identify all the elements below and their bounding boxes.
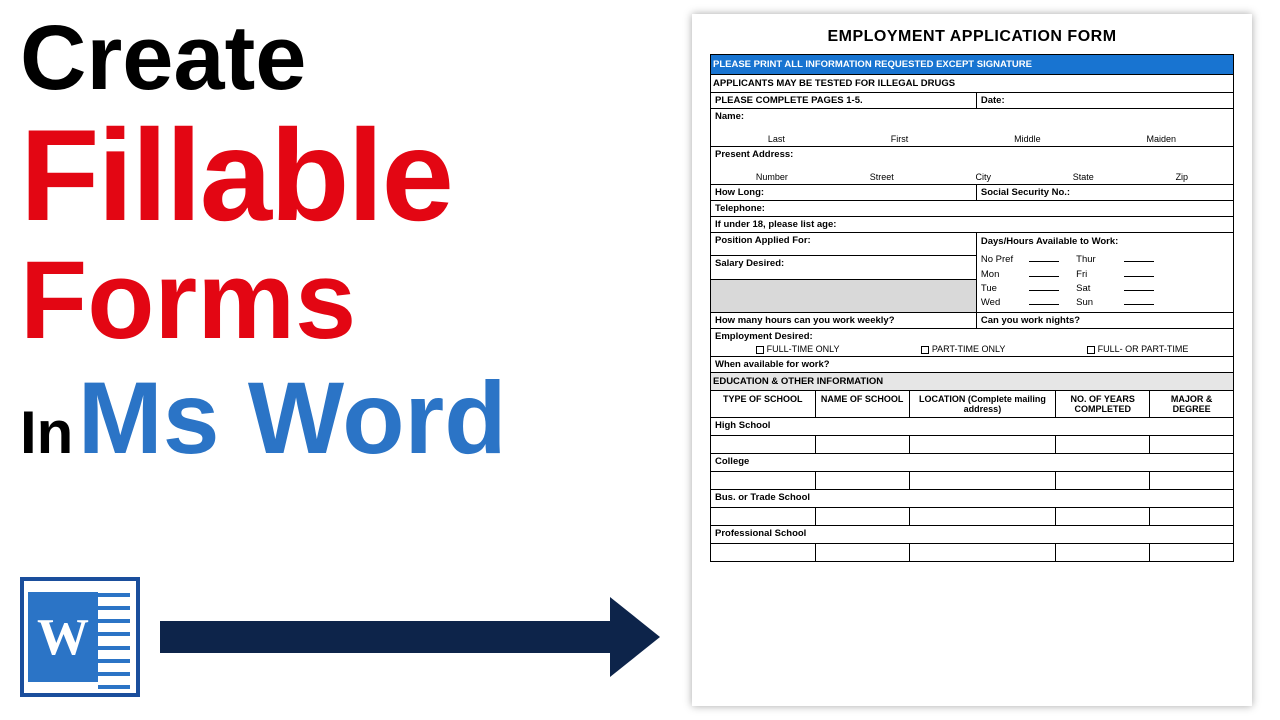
title-msword: Ms Word bbox=[78, 361, 507, 475]
name-label: Name: bbox=[715, 111, 1229, 122]
word-icon-letter: W bbox=[37, 608, 89, 667]
edu-col-years: NO. OF YEARS COMPLETED bbox=[1056, 391, 1150, 418]
title-block: Create Fillable Forms In Ms Word bbox=[20, 10, 620, 472]
position-label: Position Applied For: bbox=[711, 233, 977, 256]
education-table: EDUCATION & OTHER INFORMATION TYPE OF SC… bbox=[710, 372, 1234, 562]
title-in-msword: In Ms Word bbox=[20, 365, 620, 472]
address-label: Present Address: bbox=[715, 149, 1229, 160]
arrow-icon bbox=[160, 609, 660, 665]
salary-label: Salary Desired: bbox=[711, 256, 977, 279]
hours-weekly-label: How many hours can you work weekly? bbox=[711, 313, 977, 329]
edu-col-major: MAJOR & DEGREE bbox=[1150, 391, 1234, 418]
edu-col-name: NAME OF SCHOOL bbox=[815, 391, 909, 418]
edu-row-trade: Bus. or Trade School bbox=[711, 490, 1234, 508]
title-create: Create bbox=[20, 10, 620, 107]
complete-pages: PLEASE COMPLETE PAGES 1-5. bbox=[711, 93, 977, 109]
date-label: Date: bbox=[976, 93, 1233, 109]
edu-col-type: TYPE OF SCHOOL bbox=[711, 391, 816, 418]
availability-block: Days/Hours Available to Work: No Pref Th… bbox=[976, 233, 1233, 313]
bottom-row: W bbox=[20, 572, 660, 702]
form-document: EMPLOYMENT APPLICATION FORM PLEASE PRINT… bbox=[692, 14, 1252, 706]
title-in: In bbox=[20, 401, 73, 464]
word-icon-pages bbox=[98, 593, 130, 689]
when-available-label: When available for work? bbox=[711, 357, 1234, 373]
edu-row-highschool: High School bbox=[711, 418, 1234, 436]
ssn-label: Social Security No.: bbox=[976, 185, 1233, 201]
name-parts: Last First Middle Maiden bbox=[715, 122, 1229, 144]
edu-col-location: LOCATION (Complete mailing address) bbox=[909, 391, 1055, 418]
work-nights-label: Can you work nights? bbox=[976, 313, 1233, 329]
address-parts: Number Street City State Zip bbox=[715, 160, 1229, 182]
title-fillable: Fillable bbox=[20, 107, 620, 244]
table-row bbox=[711, 544, 1234, 562]
drug-notice: APPLICANTS MAY BE TESTED FOR ILLEGAL DRU… bbox=[711, 75, 1234, 93]
employment-options: FULL-TIME ONLY PART-TIME ONLY FULL- OR P… bbox=[715, 342, 1229, 354]
form-banner: PLEASE PRINT ALL INFORMATION REQUESTED E… bbox=[711, 55, 1234, 75]
gray-spacer bbox=[711, 279, 977, 313]
form-heading: EMPLOYMENT APPLICATION FORM bbox=[710, 28, 1234, 46]
table-row bbox=[711, 436, 1234, 454]
under18-label: If under 18, please list age: bbox=[711, 217, 1234, 233]
education-header: EDUCATION & OTHER INFORMATION bbox=[711, 373, 1234, 391]
table-row bbox=[711, 472, 1234, 490]
edu-row-college: College bbox=[711, 454, 1234, 472]
edu-row-professional: Professional School bbox=[711, 526, 1234, 544]
employment-desired-row: Employment Desired: FULL-TIME ONLY PART-… bbox=[711, 329, 1234, 357]
form-table: PLEASE PRINT ALL INFORMATION REQUESTED E… bbox=[710, 54, 1234, 373]
ms-word-icon: W bbox=[20, 577, 140, 697]
telephone-label: Telephone: bbox=[711, 201, 1234, 217]
how-long-label: How Long: bbox=[711, 185, 977, 201]
table-row bbox=[711, 508, 1234, 526]
title-forms: Forms bbox=[20, 243, 620, 359]
